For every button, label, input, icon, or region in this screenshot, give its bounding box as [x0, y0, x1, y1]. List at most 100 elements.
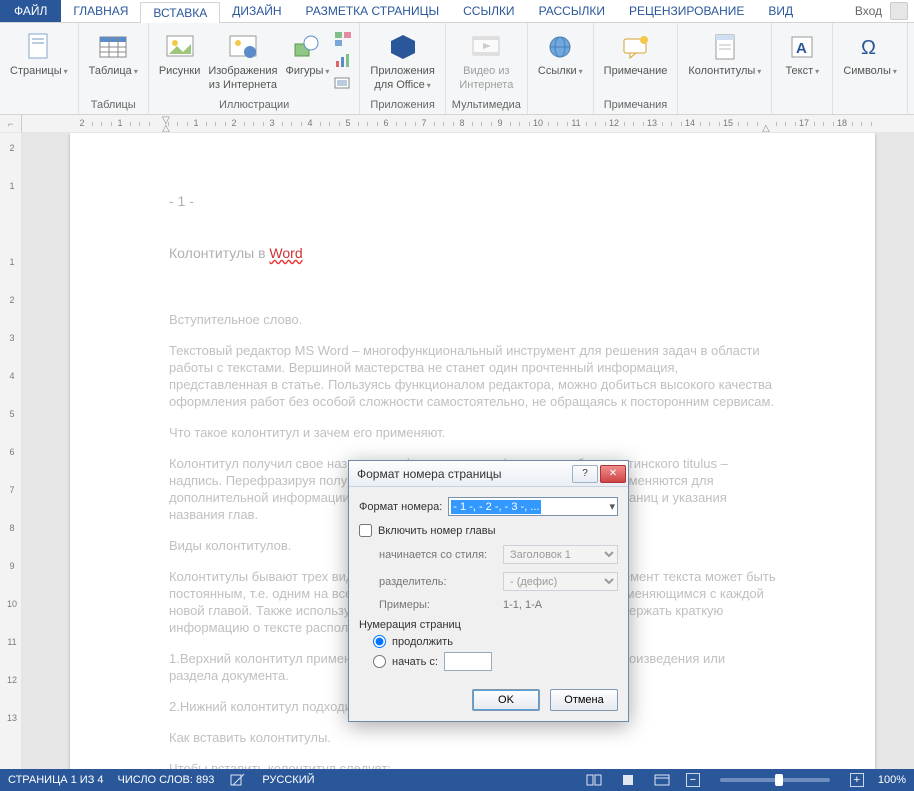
apps-office-button[interactable]: Приложения для Office — [366, 25, 438, 94]
pictures-label: Рисунки — [159, 65, 201, 77]
tab-home[interactable]: ГЛАВНАЯ — [61, 1, 140, 21]
separator-select: - (дефис) — [503, 572, 618, 591]
group-comments-label: Примечания — [600, 98, 672, 114]
document-canvas[interactable]: - 1 - Колонтитулы в Word Вступительное с… — [22, 133, 914, 769]
headerfooter-label: Колонтитулы — [688, 65, 761, 78]
continue-label: продолжить — [392, 636, 453, 648]
dialog-button-bar: OK Отмена — [349, 683, 628, 721]
group-media: Видео из Интернета Мультимедиа — [446, 23, 528, 114]
ok-button[interactable]: OK — [472, 689, 540, 711]
online-video-button: Видео из Интернета — [455, 25, 517, 93]
examples-value: 1-1, 1-A — [503, 599, 542, 611]
menu-tabs: ФАЙЛ ГЛАВНАЯ ВСТАВКА ДИЗАЙН РАЗМЕТКА СТР… — [0, 0, 914, 23]
group-symbols: Ω Символы — [833, 23, 908, 114]
tab-file[interactable]: ФАЙЛ — [0, 0, 61, 22]
dialog-close-button[interactable]: ✕ — [600, 465, 626, 483]
group-tables: Таблица Таблицы — [79, 23, 149, 114]
shapes-icon — [291, 31, 323, 63]
shapes-button[interactable]: Фигуры — [281, 25, 333, 80]
cancel-button[interactable]: Отмена — [550, 689, 618, 711]
chapter-sub: начинается со стиля: Заголовок 1 раздели… — [379, 545, 618, 611]
group-illustrations: Рисунки Изображения из Интернета Фигуры … — [149, 23, 361, 114]
group-comments: Примечание Примечания — [594, 23, 679, 114]
page-icon — [23, 31, 55, 63]
group-text-label — [778, 98, 826, 114]
headerfooter-button[interactable]: Колонтитулы — [684, 25, 765, 80]
include-chapter-checkbox[interactable] — [359, 524, 372, 537]
zoom-out-button[interactable]: − — [686, 773, 700, 787]
apps-label-1: Приложения — [370, 65, 434, 77]
tab-mailings[interactable]: РАССЫЛКИ — [527, 1, 617, 21]
table-icon — [97, 31, 129, 63]
examples-label: Примеры: — [379, 599, 497, 611]
group-pages-label — [6, 98, 72, 114]
group-links: Ссылки — [528, 23, 594, 114]
comment-icon — [620, 31, 652, 63]
pages-button[interactable]: Страницы — [6, 25, 72, 80]
video-label-2: Интернета — [459, 79, 513, 91]
spellcheck-icon[interactable] — [228, 772, 248, 788]
tab-references[interactable]: ССЫЛКИ — [451, 1, 526, 21]
links-label: Ссылки — [538, 65, 583, 78]
headerfooter-icon — [709, 31, 741, 63]
chart-icon[interactable] — [333, 51, 353, 71]
status-words[interactable]: ЧИСЛО СЛОВ: 893 — [118, 774, 215, 786]
comment-button[interactable]: Примечание — [600, 25, 672, 79]
status-zoom[interactable]: 100% — [878, 774, 906, 786]
ruler-horizontal[interactable]: 211234567891011121314151718▽△△ — [22, 115, 914, 132]
status-bar: СТРАНИЦА 1 ИЗ 4 ЧИСЛО СЛОВ: 893 РУССКИЙ … — [0, 769, 914, 791]
group-text: A Текст — [772, 23, 833, 114]
group-headerfooter: Колонтитулы — [678, 23, 772, 114]
zoom-thumb[interactable] — [775, 774, 783, 786]
read-mode-icon[interactable] — [584, 772, 604, 788]
pages-label: Страницы — [10, 65, 68, 78]
continue-radio[interactable] — [373, 635, 386, 648]
video-icon — [470, 31, 502, 63]
tab-layout[interactable]: РАЗМЕТКА СТРАНИЦЫ — [294, 1, 452, 21]
links-button[interactable]: Ссылки — [534, 25, 587, 80]
tab-insert[interactable]: ВСТАВКА — [140, 2, 220, 23]
login-link[interactable]: Вход — [855, 4, 886, 18]
user-avatar[interactable] — [890, 2, 908, 20]
text-button[interactable]: A Текст — [778, 25, 826, 80]
group-pages: Страницы — [0, 23, 79, 114]
ruler-vertical[interactable]: 2112345678910111213 — [0, 133, 22, 769]
table-button[interactable]: Таблица — [85, 25, 142, 80]
tab-design[interactable]: ДИЗАЙН — [220, 1, 293, 21]
web-layout-icon[interactable] — [652, 772, 672, 788]
start-at-input[interactable] — [444, 652, 492, 671]
pictures-button[interactable]: Рисунки — [155, 25, 205, 79]
svg-text:Ω: Ω — [861, 37, 876, 59]
number-format-select[interactable]: - 1 -, - 2 -, - 3 -, ... ▾ — [448, 497, 618, 516]
online-picture-icon — [227, 31, 259, 63]
print-layout-icon[interactable] — [618, 772, 638, 788]
table-label: Таблица — [89, 65, 138, 78]
zoom-slider[interactable] — [720, 778, 830, 782]
online-pictures-button[interactable]: Изображения из Интернета — [204, 25, 281, 93]
dialog-body: Формат номера: - 1 -, - 2 -, - 3 -, ... … — [349, 487, 628, 683]
status-page[interactable]: СТРАНИЦА 1 ИЗ 4 — [8, 774, 104, 786]
shapes-label: Фигуры — [285, 65, 329, 78]
group-media-label: Мультимедиа — [452, 98, 521, 114]
group-tables-label: Таблицы — [85, 98, 142, 114]
start-at-radio[interactable] — [373, 655, 386, 668]
tab-view[interactable]: ВИД — [756, 1, 805, 21]
numbering-fieldset: Нумерация страниц продолжить начать с: — [359, 619, 618, 675]
text-icon: A — [786, 31, 818, 63]
dialog-help-button[interactable]: ? — [572, 465, 598, 483]
link-icon — [544, 31, 576, 63]
symbol-icon: Ω — [854, 31, 886, 63]
numbering-legend: Нумерация страниц — [359, 619, 461, 631]
smartart-icon[interactable] — [333, 29, 353, 49]
format-label: Формат номера: — [359, 501, 442, 513]
symbols-button[interactable]: Ω Символы — [839, 25, 901, 80]
zoom-in-button[interactable]: + — [850, 773, 864, 787]
video-label-1: Видео из — [463, 65, 509, 77]
apps-label-2: для Office — [374, 79, 430, 92]
screenshot-icon[interactable] — [333, 73, 353, 93]
dialog-titlebar[interactable]: Формат номера страницы ? ✕ — [349, 461, 628, 487]
status-language[interactable]: РУССКИЙ — [262, 774, 314, 786]
starts-style-label: начинается со стиля: — [379, 549, 497, 561]
workarea: 2112345678910111213 - 1 - Колонтитулы в … — [0, 133, 914, 769]
tab-review[interactable]: РЕЦЕНЗИРОВАНИЕ — [617, 1, 756, 21]
